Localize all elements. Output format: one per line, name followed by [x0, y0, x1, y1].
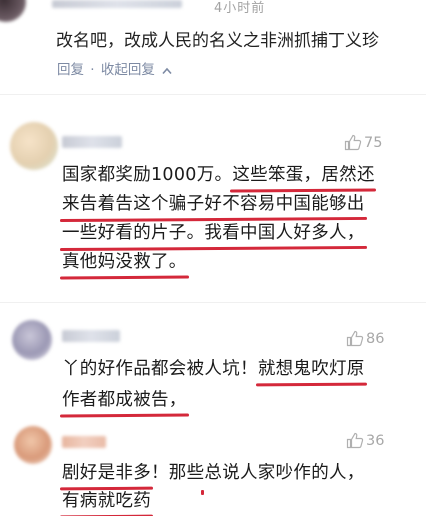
- like-button[interactable]: 86: [346, 330, 384, 347]
- red-mark: [201, 490, 204, 495]
- like-button[interactable]: 75: [344, 134, 382, 151]
- comment-text: 丫的好作品都会被人坑！: [62, 359, 258, 379]
- avatar[interactable]: [0, 0, 26, 22]
- thumbs-up-icon: [346, 330, 364, 347]
- collapse-label: 收起回复: [100, 62, 155, 78]
- chevron-up-icon: [162, 63, 172, 79]
- comment-text: ！那些总说人家吵作的人，: [151, 463, 365, 483]
- reply-link[interactable]: 回复: [57, 58, 84, 78]
- comment-line: 真他妈没救了。: [62, 251, 187, 273]
- underlined-text: 作者都成被告，: [62, 390, 187, 410]
- comment-line: 丫的好作品都会被人坑！就想鬼吹灯原: [62, 358, 365, 380]
- comment-text: 国家都奖励1000万。: [62, 165, 233, 185]
- username[interactable]: [62, 436, 106, 448]
- collapse-replies-link[interactable]: 收起回复: [101, 58, 172, 78]
- comment-line: 来告着告这个骗子好不容易中国能够出: [62, 193, 365, 215]
- comment-line: 有病就吃药: [62, 490, 151, 512]
- underlined-text: 一些好看的片子。我看中国人好多人，: [62, 223, 365, 243]
- avatar[interactable]: [10, 122, 58, 170]
- comment-line: 国家都奖励1000万。这些笨蛋，居然还: [62, 164, 375, 186]
- comment-line: 作者都成被告，: [62, 389, 187, 411]
- reply-timestamp: 4小时前: [214, 1, 266, 16]
- thumbs-up-icon: [344, 134, 362, 151]
- divider: [0, 302, 426, 303]
- thumbs-up-icon: [346, 432, 364, 449]
- like-button[interactable]: 36: [346, 432, 384, 449]
- username[interactable]: [62, 136, 122, 148]
- underlined-text: 就想鬼吹灯原: [257, 359, 365, 379]
- reply-text: 改名吧，改成人民的名义之非洲抓捕丁义珍: [56, 31, 379, 51]
- reply-actions: 回复 · 收起回复: [57, 58, 172, 78]
- comment-line: 一些好看的片子。我看中国人好多人，: [62, 222, 365, 244]
- underlined-text: 这些笨蛋，居然还: [232, 165, 375, 185]
- divider: [0, 94, 426, 95]
- underlined-text: 剧好是非多: [62, 463, 151, 483]
- like-count: 36: [366, 432, 385, 449]
- username[interactable]: [62, 330, 120, 342]
- username[interactable]: [52, 0, 182, 8]
- separator: ·: [90, 62, 95, 78]
- underlined-text: 真他妈没救了。: [62, 252, 187, 272]
- underlined-text: 有病就吃药: [62, 491, 151, 511]
- underlined-text: 来告着告这个骗子好不容易中国能够出: [62, 194, 365, 214]
- avatar[interactable]: [12, 320, 52, 360]
- avatar[interactable]: [14, 426, 52, 464]
- comment-line: 剧好是非多！那些总说人家吵作的人，: [62, 462, 365, 484]
- like-count: 75: [364, 134, 383, 151]
- like-count: 86: [366, 330, 385, 347]
